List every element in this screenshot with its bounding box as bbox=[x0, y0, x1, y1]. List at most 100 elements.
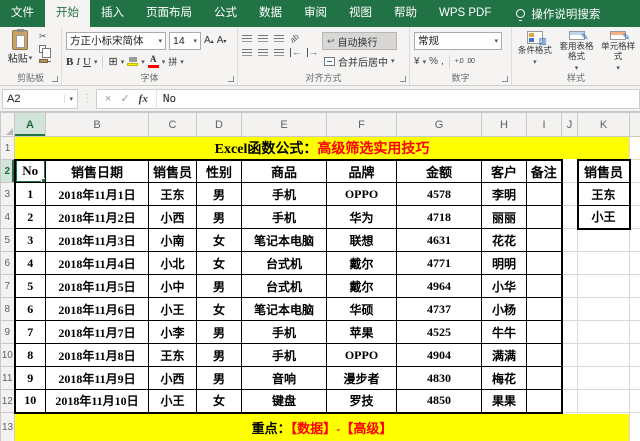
insert-function-icon[interactable]: fx bbox=[139, 93, 148, 105]
underline-button[interactable]: U bbox=[83, 55, 91, 69]
cell[interactable]: OPPO bbox=[327, 344, 397, 367]
criteria-header-cell[interactable]: 销售员 bbox=[578, 160, 630, 183]
cell[interactable] bbox=[630, 160, 640, 183]
cell[interactable]: 联想 bbox=[327, 229, 397, 252]
cell[interactable]: 笔记本电脑 bbox=[242, 298, 327, 321]
cell[interactable]: 笔记本电脑 bbox=[242, 229, 327, 252]
cell[interactable]: 男 bbox=[197, 206, 242, 229]
row-header[interactable]: 7 bbox=[1, 275, 15, 298]
cell[interactable]: 漫步者 bbox=[327, 367, 397, 390]
select-all-button[interactable] bbox=[1, 113, 15, 137]
cell[interactable] bbox=[578, 344, 630, 367]
header-cell[interactable]: 商品 bbox=[242, 160, 327, 183]
cell[interactable]: 花花 bbox=[482, 229, 527, 252]
cell[interactable]: 手机 bbox=[242, 321, 327, 344]
column-header[interactable]: E bbox=[242, 113, 327, 137]
cell[interactable]: 女 bbox=[197, 252, 242, 275]
cell[interactable]: 小中 bbox=[149, 275, 197, 298]
borders-icon[interactable]: ⊞ bbox=[108, 55, 117, 69]
font-color-icon[interactable]: A bbox=[148, 55, 159, 68]
column-header[interactable]: J bbox=[562, 113, 578, 137]
orientation-icon[interactable]: ab bbox=[288, 32, 301, 45]
cell[interactable] bbox=[630, 390, 640, 413]
cell[interactable]: 2018年11月3日 bbox=[46, 229, 149, 252]
dialog-launcher-icon[interactable] bbox=[52, 76, 58, 82]
cell[interactable]: 手机 bbox=[242, 344, 327, 367]
cell[interactable]: 梅花 bbox=[482, 367, 527, 390]
cell[interactable]: 女 bbox=[197, 229, 242, 252]
cell[interactable] bbox=[578, 275, 630, 298]
cell[interactable]: 4737 bbox=[397, 298, 482, 321]
cell[interactable] bbox=[562, 229, 578, 252]
cell[interactable]: 4830 bbox=[397, 367, 482, 390]
cell[interactable]: 4904 bbox=[397, 344, 482, 367]
accounting-format-icon[interactable]: ¥ bbox=[414, 56, 420, 67]
cell[interactable]: 戴尔 bbox=[327, 252, 397, 275]
ribbon-tab[interactable]: WPS PDF bbox=[428, 0, 502, 27]
phonetic-guide-icon[interactable]: 拼 bbox=[168, 55, 177, 69]
increase-indent-icon[interactable]: → bbox=[307, 48, 318, 57]
column-header[interactable]: G bbox=[397, 113, 482, 137]
fill-color-icon[interactable] bbox=[127, 57, 138, 66]
font-name-select[interactable]: 方正小标宋简体▾ bbox=[66, 32, 166, 50]
cell[interactable]: 4850 bbox=[397, 390, 482, 413]
cell[interactable] bbox=[527, 229, 562, 252]
cell[interactable]: 音响 bbox=[242, 367, 327, 390]
cell[interactable]: 明明 bbox=[482, 252, 527, 275]
cell[interactable] bbox=[527, 275, 562, 298]
bold-button[interactable]: B bbox=[66, 55, 73, 69]
cell[interactable]: 6 bbox=[15, 298, 46, 321]
row-header[interactable]: 1 bbox=[1, 137, 15, 160]
cell[interactable]: 李明 bbox=[482, 183, 527, 206]
align-center-icon[interactable] bbox=[258, 49, 268, 50]
cell[interactable] bbox=[578, 229, 630, 252]
cell[interactable] bbox=[562, 206, 578, 229]
cell[interactable]: 7 bbox=[15, 321, 46, 344]
cell[interactable]: 小华 bbox=[482, 275, 527, 298]
cell[interactable]: 4 bbox=[15, 252, 46, 275]
cell[interactable]: 1 bbox=[15, 183, 46, 206]
dialog-launcher-icon[interactable] bbox=[400, 76, 406, 82]
cell[interactable]: 2018年11月8日 bbox=[46, 344, 149, 367]
column-header[interactable]: C bbox=[149, 113, 197, 137]
cell[interactable]: 男 bbox=[197, 367, 242, 390]
cell[interactable] bbox=[578, 390, 630, 413]
cell[interactable]: 2018年11月10日 bbox=[46, 390, 149, 413]
cell[interactable]: 男 bbox=[197, 344, 242, 367]
cell[interactable]: 2018年11月1日 bbox=[46, 183, 149, 206]
cell[interactable]: 手机 bbox=[242, 206, 327, 229]
name-box[interactable]: A2 ▾ bbox=[2, 89, 78, 109]
row-header[interactable]: 2 bbox=[1, 160, 15, 183]
ribbon-tab[interactable]: 文件 bbox=[0, 0, 45, 27]
cancel-icon[interactable]: × bbox=[105, 93, 111, 105]
align-left-icon[interactable] bbox=[242, 49, 252, 50]
cell[interactable]: 男 bbox=[197, 275, 242, 298]
copy-icon[interactable] bbox=[39, 44, 48, 53]
cell[interactable] bbox=[527, 344, 562, 367]
cell[interactable]: 罗技 bbox=[327, 390, 397, 413]
cell[interactable]: 5 bbox=[15, 275, 46, 298]
cell[interactable] bbox=[527, 206, 562, 229]
cell[interactable] bbox=[562, 390, 578, 413]
decrease-decimal-icon[interactable]: .00 bbox=[466, 58, 474, 65]
ribbon-tab[interactable]: 帮助 bbox=[383, 0, 428, 27]
cell[interactable]: 牛牛 bbox=[482, 321, 527, 344]
cut-icon[interactable]: ✂ bbox=[39, 32, 48, 41]
cell[interactable] bbox=[527, 367, 562, 390]
row-header[interactable]: 6 bbox=[1, 252, 15, 275]
cell[interactable] bbox=[578, 252, 630, 275]
row-header[interactable]: 8 bbox=[1, 298, 15, 321]
row-header[interactable]: 4 bbox=[1, 206, 15, 229]
column-header[interactable] bbox=[630, 113, 640, 137]
cell[interactable]: 小杨 bbox=[482, 298, 527, 321]
row-header[interactable]: 12 bbox=[1, 390, 15, 413]
paste-button[interactable]: 粘贴▾ bbox=[4, 30, 36, 65]
cell[interactable] bbox=[630, 344, 640, 367]
criteria-cell[interactable]: 王东 bbox=[578, 183, 630, 206]
column-header[interactable]: K bbox=[578, 113, 630, 137]
format-as-table-button[interactable]: ✎ 套用表格格式 ▾ bbox=[558, 31, 596, 72]
row-header[interactable]: 13 bbox=[1, 413, 15, 441]
ribbon-tab[interactable]: 数据 bbox=[248, 0, 293, 27]
header-cell[interactable]: 销售日期 bbox=[46, 160, 149, 183]
align-top-icon[interactable] bbox=[242, 35, 252, 36]
